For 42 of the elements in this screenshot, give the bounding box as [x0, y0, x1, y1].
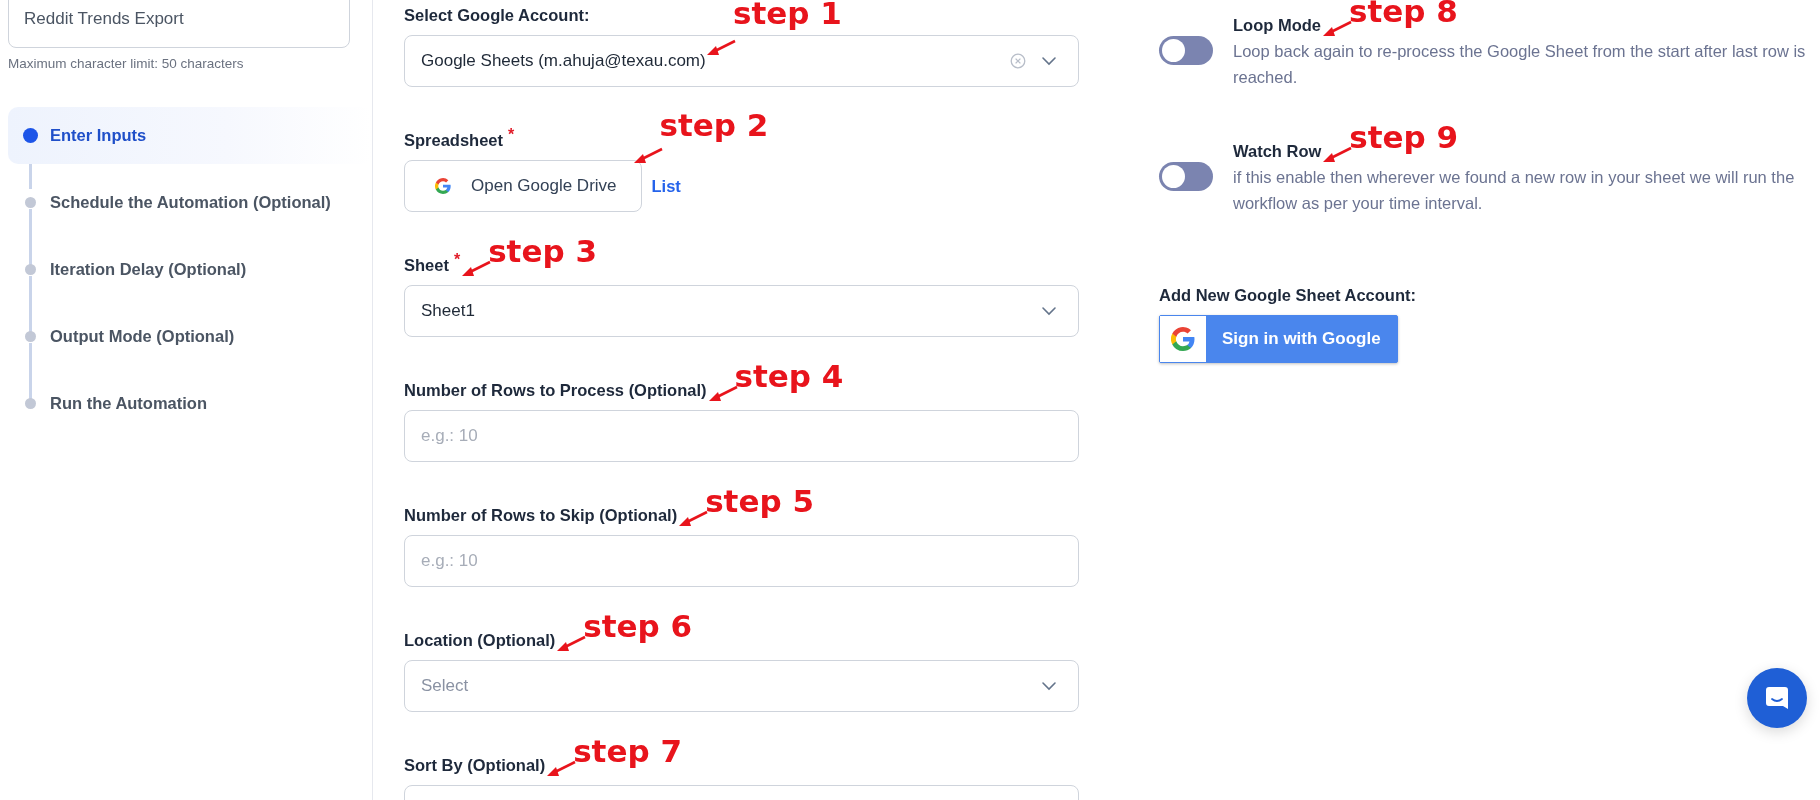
google-logo-icon — [1171, 327, 1195, 351]
option-title: Loop Mode — [1233, 16, 1321, 34]
add-account-label: Add New Google Sheet Account: — [1159, 286, 1417, 305]
character-limit-hint: Maximum character limit: 50 characters — [8, 56, 245, 71]
clear-icon — [1010, 53, 1026, 69]
step-annotation: step 4 — [734, 361, 844, 392]
field-label: Sheet — [404, 256, 449, 274]
option-description: Loop back again to re-process the Google Sheet from the start after last row is reached. — [1233, 41, 1807, 88]
step-annotation: step 7 — [573, 736, 683, 767]
field-label: Select Google Account: — [404, 6, 590, 24]
field-label: Number of Rows to Skip (Optional) — [404, 506, 678, 524]
step-annotation: step 6 — [583, 611, 693, 642]
chat-icon — [1764, 685, 1790, 711]
list-link[interactable]: List — [651, 176, 681, 196]
name-input-field[interactable]: Reddit Trends Export — [8, 0, 350, 48]
step-item[interactable]: Schedule the Automation (Optional) — [8, 174, 372, 231]
step-annotation: step 9 — [1349, 122, 1459, 153]
option-description: if this enable then wherever we found a new row in your sheet we will run the workflow as per your time interval. — [1233, 167, 1796, 214]
open-drive-button[interactable]: Open Google Drive — [404, 160, 642, 212]
field-label: Sort By (Optional) — [404, 756, 546, 774]
field-label: Spreadsheet — [404, 131, 504, 149]
field-label: Location (Optional) — [404, 631, 556, 649]
option-title: Watch Row — [1233, 142, 1322, 160]
field-label: Number of Rows to Process (Optional) — [404, 381, 707, 399]
step-annotation: step 3 — [488, 236, 598, 267]
step-annotation: step 1 — [733, 0, 842, 29]
chat-button[interactable] — [1747, 668, 1807, 728]
required-mark: * — [508, 126, 515, 143]
number-input-field[interactable]: e.g.: 10 — [404, 535, 1079, 587]
step-annotation: step 5 — [705, 486, 815, 517]
step-annotation: step 2 — [659, 110, 769, 141]
google-logo-icon — [435, 178, 451, 194]
toggle-switch[interactable] — [1159, 162, 1213, 191]
required-mark: * — [453, 251, 461, 268]
step-item[interactable]: Iteration Delay (Optional) — [8, 241, 372, 298]
google-sign-in-button[interactable]: Sign in with Google — [1159, 315, 1398, 363]
step-item[interactable]: Output Mode (Optional) — [8, 308, 372, 365]
number-input-field[interactable]: e.g.: 10 — [404, 410, 1079, 462]
toggle-switch[interactable] — [1159, 36, 1213, 65]
step-item[interactable]: Run the Automation — [8, 375, 372, 432]
annotation-arrow — [705, 38, 737, 58]
select-field[interactable]: Sheet1 — [404, 285, 1079, 337]
